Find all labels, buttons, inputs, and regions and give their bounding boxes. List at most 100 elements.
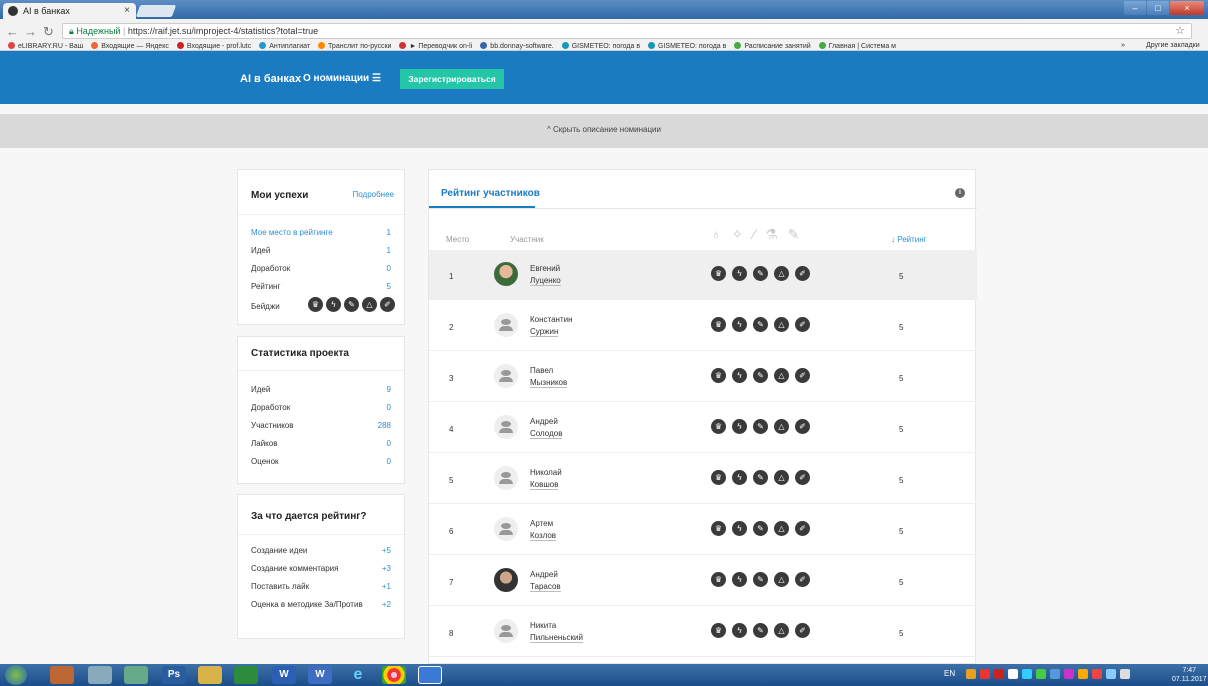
start-button[interactable]: [5, 665, 27, 685]
participant-first-name[interactable]: Артем: [530, 519, 553, 528]
bookmark-star-icon[interactable]: ☆: [1175, 24, 1185, 37]
new-tab-button[interactable]: [135, 5, 177, 17]
volume-icon[interactable]: [1120, 669, 1130, 679]
participant-first-name[interactable]: Андрей: [530, 570, 558, 579]
row-label: Доработок: [251, 264, 291, 273]
info-icon[interactable]: i: [955, 188, 965, 198]
close-window-icon[interactable]: ×: [1170, 1, 1204, 15]
notepad-icon[interactable]: [88, 666, 112, 684]
bookmark-item[interactable]: Главная | Система м: [818, 42, 896, 50]
user-avatar[interactable]: [494, 466, 518, 490]
participant-first-name[interactable]: Константин: [530, 315, 573, 324]
bookmark-item[interactable]: Антиплагиат: [259, 42, 310, 50]
bookmark-item[interactable]: GISMETEO: погода в: [648, 42, 726, 50]
tray-app-icon[interactable]: [1092, 669, 1102, 679]
leaderboard-row[interactable]: 5 Николай Ковшов ♛ ϟ ✎ △ ✐ 5: [429, 454, 977, 504]
participant-last-name[interactable]: Мызников: [530, 378, 568, 388]
bookmark-item[interactable]: bb.donnay-software.: [480, 42, 554, 50]
user-avatar[interactable]: [494, 619, 518, 643]
site-brand[interactable]: AI в банках: [240, 73, 301, 85]
language-indicator[interactable]: EN: [944, 669, 955, 678]
excel-icon[interactable]: [234, 666, 258, 684]
more-link[interactable]: Подробнее: [353, 190, 395, 199]
user-avatar[interactable]: [494, 517, 518, 541]
bolt-icon: ϟ: [732, 419, 747, 434]
hide-description-toggle[interactable]: ^ Скрыть описание номинации: [0, 125, 1208, 134]
tray-app-icon[interactable]: [994, 669, 1004, 679]
leaderboard-row[interactable]: 7 Андрей Тарасов ♛ ϟ ✎ △ ✐ 5: [429, 556, 977, 606]
user-avatar[interactable]: [494, 262, 518, 286]
user-avatar[interactable]: [494, 415, 518, 439]
bookmark-item[interactable]: Входящие - prof.lutc: [176, 42, 251, 50]
participant-last-name[interactable]: Тарасов: [530, 582, 561, 592]
explorer-icon[interactable]: [198, 666, 222, 684]
tray-app-icon[interactable]: [966, 669, 976, 679]
participant-first-name[interactable]: Николай: [530, 468, 562, 477]
tray-app-icon[interactable]: [1064, 669, 1074, 679]
media-icon[interactable]: [124, 666, 148, 684]
leaderboard-row[interactable]: 1 Евгений Луценко ♛ ϟ ✎ △ ✐ 5: [429, 250, 977, 300]
user-avatar[interactable]: [494, 364, 518, 388]
photoshop-icon[interactable]: Ps: [162, 666, 186, 684]
chrome-icon[interactable]: [382, 666, 406, 684]
bookmark-item[interactable]: Транслит по-русски: [318, 42, 391, 50]
participant-first-name[interactable]: Евгений: [530, 264, 560, 273]
user-avatar[interactable]: [494, 568, 518, 592]
word-doc-icon[interactable]: W: [308, 666, 332, 684]
browser-tab[interactable]: AI в банках ×: [3, 3, 136, 19]
bookmark-item[interactable]: Расписание занятий: [734, 42, 811, 50]
bookmark-item[interactable]: ► Переводчик on-li: [399, 42, 472, 50]
minimize-icon[interactable]: –: [1124, 1, 1146, 15]
tray-app-icon[interactable]: [980, 669, 990, 679]
tray-app-icon[interactable]: [1022, 669, 1032, 679]
participant-last-name[interactable]: Солодов: [530, 429, 563, 439]
leaderboard-title[interactable]: Рейтинг участников: [441, 188, 540, 199]
participant-last-name[interactable]: Пильненьский: [530, 633, 583, 643]
participant-first-name[interactable]: Павел: [530, 366, 553, 375]
leaderboard-row[interactable]: 4 Андрей Солодов ♛ ϟ ✎ △ ✐ 5: [429, 403, 977, 453]
leaderboard-row[interactable]: 3 Павел Мызников ♛ ϟ ✎ △ ✐ 5: [429, 352, 977, 402]
tray-app-icon[interactable]: [1078, 669, 1088, 679]
browser-tab-bar: AI в банках × – □ ×: [0, 0, 1208, 19]
bookmark-item[interactable]: eLIBRARY.RU - Ваш: [8, 42, 83, 50]
forward-arrow-icon[interactable]: →: [24, 24, 37, 39]
pencil-icon: ✎: [753, 317, 768, 332]
participant-last-name[interactable]: Ковшов: [530, 480, 559, 490]
participant-last-name[interactable]: Суржин: [530, 327, 559, 337]
col-rating-sort[interactable]: ↓ Рейтинг: [891, 235, 927, 244]
bookmark-item[interactable]: GISMETEO: погода в: [561, 42, 640, 50]
save-disk-icon[interactable]: [418, 666, 442, 684]
bookmark-item[interactable]: Входящие — Яндекс: [91, 42, 169, 50]
reload-icon[interactable]: ↻: [43, 24, 54, 40]
leaderboard-row[interactable]: 2 Константин Суржин ♛ ϟ ✎ △ ✐ 5: [429, 301, 977, 351]
register-button[interactable]: Зарегистрироваться: [400, 69, 504, 89]
user-avatar[interactable]: [494, 313, 518, 337]
row-value: 0: [386, 439, 391, 448]
maximize-icon[interactable]: □: [1147, 1, 1169, 15]
participant-last-name[interactable]: Козлов: [530, 531, 557, 541]
brush-icon: ✐: [795, 470, 810, 485]
tray-app-icon[interactable]: [1050, 669, 1060, 679]
url-field[interactable]: 🔒︎ Надежный | https://raif.jet.su/improj…: [62, 23, 1192, 39]
leaderboard-row[interactable]: 8 Никита Пильненьский ♛ ϟ ✎ △ ✐ 5: [429, 607, 977, 657]
other-bookmarks[interactable]: Другие закладки: [1146, 42, 1200, 49]
leaderboard-row[interactable]: 6 Артем Козлов ♛ ϟ ✎ △ ✐ 5: [429, 505, 977, 555]
tray-app-icon[interactable]: [1036, 669, 1046, 679]
participant-first-name[interactable]: Никита: [530, 621, 556, 630]
word-icon[interactable]: W: [272, 666, 296, 684]
system-clock[interactable]: 7:47 07.11.2017: [1172, 666, 1207, 684]
tray-app-icon[interactable]: [1008, 669, 1018, 679]
avatar-head: [501, 472, 511, 478]
ie-icon[interactable]: e: [346, 666, 370, 684]
flask-icon: △: [774, 266, 789, 281]
bookmarks-more-icon[interactable]: »: [1121, 42, 1125, 49]
participant-last-name[interactable]: Луценко: [530, 276, 561, 286]
row-label[interactable]: Мое место в рейтинге: [251, 228, 333, 237]
back-arrow-icon[interactable]: ←: [6, 24, 19, 39]
tab-close-icon[interactable]: ×: [124, 5, 130, 16]
nominations-label: О номинации: [303, 73, 370, 84]
network-icon[interactable]: [1106, 669, 1116, 679]
winrar-icon[interactable]: [50, 666, 74, 684]
participant-first-name[interactable]: Андрей: [530, 417, 558, 426]
nominations-menu[interactable]: О номинации ☰: [303, 73, 381, 84]
